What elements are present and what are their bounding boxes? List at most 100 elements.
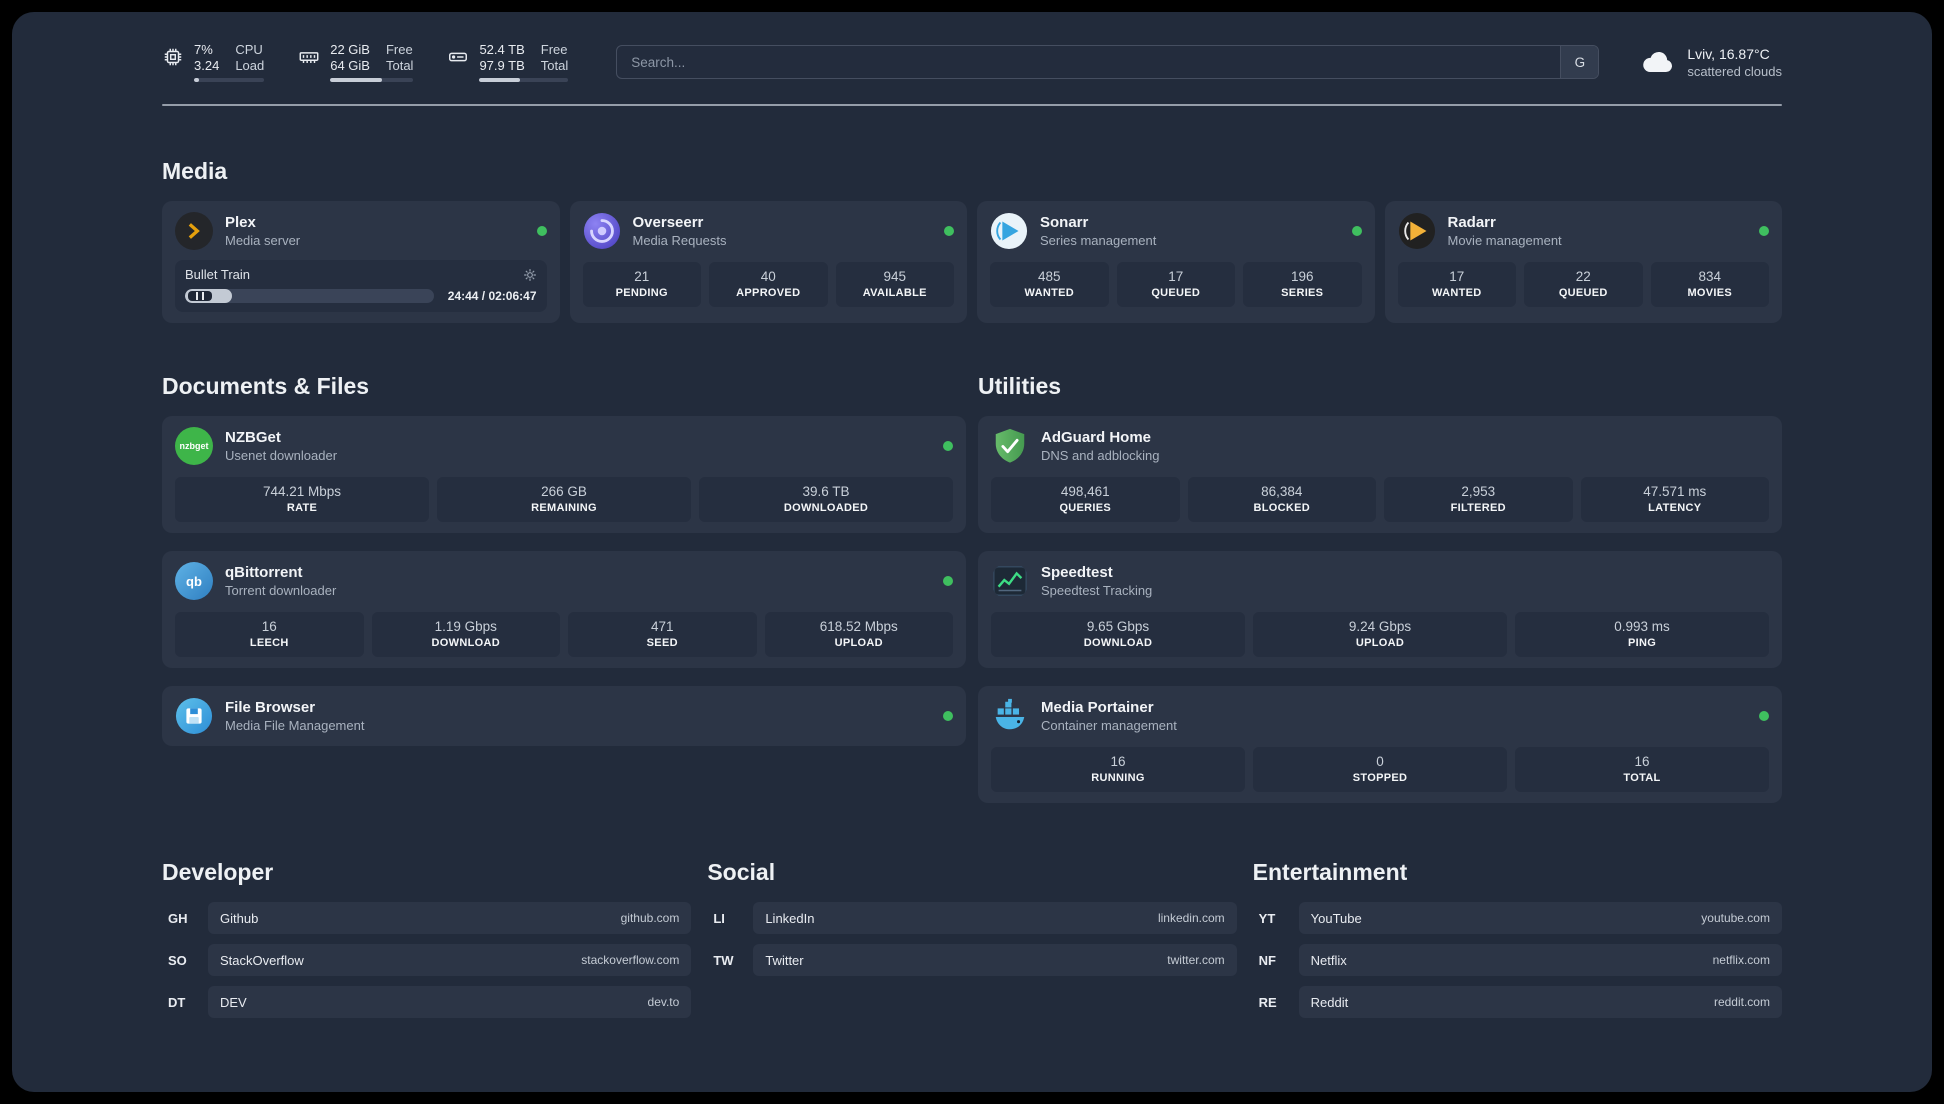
bookmark-abbr: SO — [168, 952, 187, 968]
app-name: qBittorrent — [225, 563, 303, 581]
bookmark-github[interactable]: GH Github github.com — [162, 902, 692, 934]
status-dot — [944, 226, 954, 236]
stat-tile: 2,953 FILTERED — [1384, 477, 1573, 522]
bookmark-abbr: LI — [713, 910, 725, 926]
bookmark-reddit[interactable]: RE Reddit reddit.com — [1253, 986, 1782, 1018]
media-grid: Plex Media server Bullet Train 24:44 / 0… — [162, 201, 1782, 323]
stat-label: DOWNLOAD — [1083, 637, 1153, 649]
stat-value: 16 — [1634, 754, 1650, 769]
stat-label: LATENCY — [1648, 502, 1702, 514]
pause-button[interactable] — [188, 291, 212, 301]
overseerr-icon — [583, 212, 621, 250]
filebrowser-card[interactable]: File Browser Media File Management — [162, 686, 966, 746]
stat-tile: 1.19 Gbps DOWNLOAD — [371, 612, 560, 657]
app-name: Speedtest — [1041, 563, 1113, 581]
weather-condition: scattered clouds — [1687, 63, 1782, 79]
bookmarks-developer: Developer GH Github github.com SO StackO… — [162, 809, 692, 1028]
bookmark-name: YouTube — [1310, 910, 1362, 926]
overseerr-card[interactable]: Overseerr Media Requests 21 PENDING 40 A… — [569, 201, 967, 323]
ram-label-top: Free — [385, 42, 413, 57]
stat-tile: 471 SEED — [568, 612, 757, 657]
filebrowser-icon — [175, 697, 213, 735]
status-dot — [1351, 226, 1362, 236]
bookmark-dev[interactable]: DT DEV dev.to — [162, 986, 692, 1018]
stat-label: STOPPED — [1352, 772, 1408, 784]
stat-value: 17 — [1449, 269, 1465, 284]
qbittorrent-card[interactable]: qb qBittorrent Torrent downloader 16 LEE… — [162, 551, 966, 668]
stat-tile: 9.65 Gbps DOWNLOAD — [991, 612, 1245, 657]
search-engine-button[interactable]: G — [1560, 46, 1599, 78]
stat-value: 0 — [1376, 754, 1384, 769]
app-desc: DNS and adblocking — [1041, 448, 1160, 464]
ram-label-bottom: Total — [385, 58, 414, 73]
bookmark-stackoverflow[interactable]: SO StackOverflow stackoverflow.com — [162, 944, 692, 976]
gear-icon[interactable] — [523, 268, 537, 282]
bookmark-netflix[interactable]: NF Netflix netflix.com — [1253, 944, 1782, 976]
stat-tile: 0.993 ms PING — [1515, 612, 1769, 657]
pause-icon — [196, 292, 204, 300]
weather-widget: Lviv, 16.87°C scattered clouds — [1641, 46, 1782, 79]
stat-tile: 485 WANTED — [990, 262, 1109, 307]
bookmark-name: StackOverflow — [220, 952, 304, 968]
stat-label: AVAILABLE — [862, 287, 927, 299]
stat-label: FILTERED — [1450, 502, 1506, 514]
speedtest-card[interactable]: Speedtest Speedtest Tracking 9.65 Gbps D… — [978, 551, 1782, 668]
nzbget-card[interactable]: nzbget NZBGet Usenet downloader 744.21 M… — [162, 416, 966, 533]
disk-label-top: Free — [540, 42, 568, 57]
stat-tile: 17 QUEUED — [1116, 262, 1235, 307]
adguard-card[interactable]: AdGuard Home DNS and adblocking 498,461 … — [978, 416, 1782, 533]
stat-label: MOVIES — [1687, 287, 1733, 299]
stat-value: 9.24 Gbps — [1348, 619, 1412, 634]
stat-tile: 945 AVAILABLE — [835, 262, 954, 307]
cpu-label-bottom: Load — [235, 58, 265, 73]
bookmark-abbr: YT — [1258, 910, 1276, 926]
bookmark-abbr: TW — [713, 952, 734, 968]
stat-tile: 834 MOVIES — [1650, 262, 1769, 307]
app-desc: Series management — [1040, 233, 1157, 249]
stat-value: 498,461 — [1060, 484, 1110, 499]
bookmark-twitter[interactable]: TW Twitter twitter.com — [707, 944, 1237, 976]
stat-value: 16 — [1110, 754, 1126, 769]
stat-label: PENDING — [615, 287, 668, 299]
bookmarks-grid: Developer GH Github github.com SO StackO… — [162, 809, 1782, 1028]
stat-label: APPROVED — [736, 287, 801, 299]
stat-label: SEED — [646, 637, 678, 649]
app-name: File Browser — [225, 698, 316, 716]
cpu-icon — [164, 48, 182, 66]
playback-progress-bar[interactable] — [185, 289, 434, 303]
stat-label: QUERIES — [1059, 502, 1112, 514]
disk-progress-bar — [479, 78, 569, 82]
stat-tile: 47.571 ms LATENCY — [1580, 477, 1769, 522]
portainer-card[interactable]: Media Portainer Container management 16 … — [978, 686, 1782, 803]
stat-label: WANTED — [1024, 287, 1074, 299]
radarr-card[interactable]: Radarr Movie management 17 WANTED 22 QUE… — [1384, 201, 1782, 323]
stat-label: RUNNING — [1091, 772, 1145, 784]
stat-tile: 17 WANTED — [1397, 262, 1516, 307]
stat-value: 17 — [1168, 269, 1184, 284]
plex-card[interactable]: Plex Media server Bullet Train 24:44 / 0… — [162, 201, 560, 323]
section-title-utilities: Utilities — [978, 373, 1062, 399]
stat-value: 196 — [1290, 269, 1314, 284]
bookmark-youtube[interactable]: YT YouTube youtube.com — [1253, 902, 1782, 934]
middle-columns: Documents & Files nzbget NZBGet Usenet d… — [162, 323, 1782, 803]
status-dot — [943, 441, 953, 451]
dashboard: 7% CPU 3.24 Load 22 GiB Free 64 GiB Tota… — [12, 12, 1932, 1092]
status-dot — [1759, 226, 1769, 236]
stat-value: 485 — [1037, 269, 1061, 284]
ram-metric: 22 GiB Free 64 GiB Total — [298, 42, 414, 82]
stat-tile: 618.52 Mbps UPLOAD — [764, 612, 953, 657]
stat-tile: 16 RUNNING — [991, 747, 1245, 792]
stat-value: 9.65 Gbps — [1086, 619, 1150, 634]
search-input[interactable] — [617, 46, 1561, 78]
stat-value: 266 GB — [541, 484, 587, 499]
sonarr-card[interactable]: Sonarr Series management 485 WANTED 17 Q… — [977, 201, 1375, 323]
bookmark-linkedin[interactable]: LI LinkedIn linkedin.com — [707, 902, 1237, 934]
disk-label-bottom: Total — [540, 58, 569, 73]
bookmark-abbr: NF — [1258, 952, 1276, 968]
app-desc: Media Requests — [632, 233, 727, 249]
stat-value: 834 — [1698, 269, 1722, 284]
stat-label: RATE — [286, 502, 318, 514]
section-title-developer: Developer — [162, 859, 274, 885]
stat-tile: 16 TOTAL — [1515, 747, 1769, 792]
section-title-entertainment: Entertainment — [1252, 859, 1408, 885]
